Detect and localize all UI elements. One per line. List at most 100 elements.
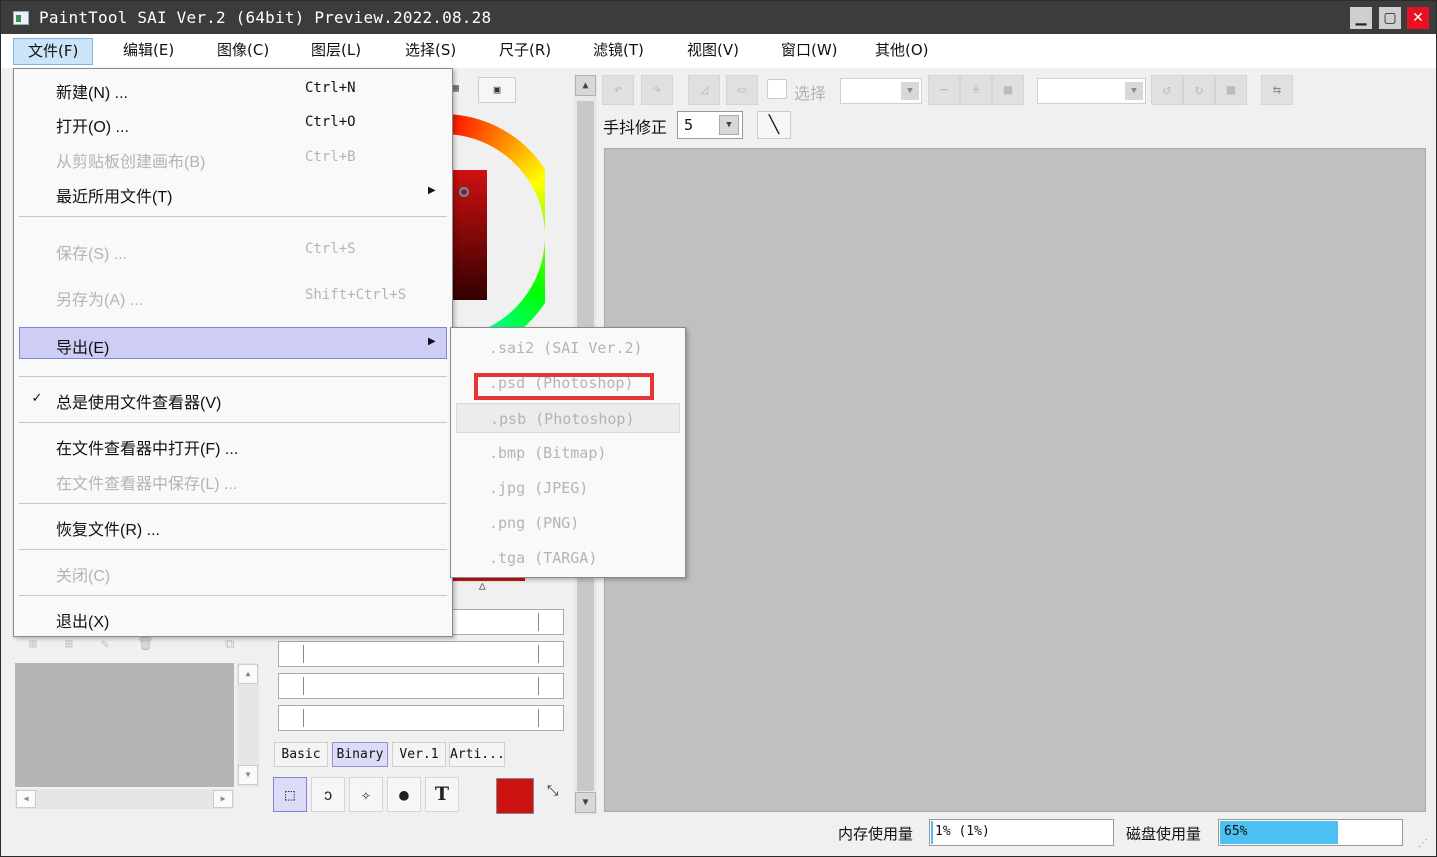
scroll-right-icon[interactable]: ▶	[213, 790, 233, 808]
zoom-reset-icon[interactable]: ■	[992, 75, 1024, 105]
chevron-down-icon: ▼	[719, 115, 739, 135]
menu-edit[interactable]: 编辑(E)	[109, 38, 188, 65]
menu-item-save-as[interactable]: 另存为(A) ... Shift+Ctrl+S	[19, 279, 447, 311]
app-icon	[13, 11, 29, 25]
brush-tab-basic[interactable]: Basic	[274, 742, 328, 767]
scroll-up-icon[interactable]: ▲	[238, 664, 258, 684]
export-submenu: .sai2 (SAI Ver.2) .psd (Photoshop) .psb …	[450, 327, 686, 578]
menu-item-save[interactable]: 保存(S) ... Ctrl+S	[19, 233, 447, 265]
select-checkbox[interactable]	[767, 79, 787, 99]
menu-item-recover[interactable]: 恢复文件(R) ...	[19, 509, 447, 541]
chevron-down-icon: ▼	[901, 82, 919, 100]
lasso-tool-icon[interactable]: ↄ	[311, 777, 345, 812]
undo-icon[interactable]: ↶	[602, 75, 634, 105]
brush-blend-slider[interactable]	[278, 705, 564, 731]
export-png[interactable]: .png (PNG)	[456, 508, 680, 538]
menu-separator	[19, 595, 447, 596]
menu-other[interactable]: 其他(O)	[861, 38, 943, 65]
menu-bar: 文件(F) 编辑(E) 图像(C) 图层(L) 选择(S) 尺子(R) 滤镜(T…	[1, 34, 1436, 68]
rotate-select[interactable]: ▼	[1037, 78, 1146, 104]
highlight-annotation-box	[474, 373, 654, 400]
menu-image[interactable]: 图像(C)	[203, 38, 283, 65]
palette-grid-icon[interactable]: ▦	[453, 83, 467, 97]
resize-grip-icon[interactable]: ⋰	[1418, 838, 1428, 849]
brush-density-slider[interactable]	[278, 673, 564, 699]
stabilizer-select[interactable]: 5 ▼	[677, 111, 743, 139]
title-bar: PaintTool SAI Ver.2 (64bit) Preview.2022…	[1, 1, 1436, 34]
export-tga[interactable]: .tga (TARGA)	[456, 543, 680, 573]
select-rect-tool-icon[interactable]: ⬚	[273, 777, 307, 812]
brush-tab-binary[interactable]: Binary	[332, 742, 388, 767]
scroll-left-icon[interactable]: ◀	[16, 790, 36, 808]
rotate-left-icon[interactable]: ↺	[1151, 75, 1183, 105]
menu-item-new[interactable]: 新建(N) ... Ctrl+N	[19, 72, 447, 104]
menu-separator	[19, 422, 447, 423]
status-bar: 内存使用量 1% (1%) 磁盘使用量 65% ⋰	[1, 816, 1436, 856]
layer-edit-icon[interactable]: ✎	[101, 637, 109, 652]
maximize-button[interactable]: ▢	[1379, 7, 1401, 29]
menu-item-always-viewer[interactable]: ✓ 总是使用文件查看器(V)	[19, 382, 447, 414]
menu-item-from-clipboard[interactable]: 从剪贴板创建画布(B) Ctrl+B	[19, 141, 447, 173]
color-picker-cursor[interactable]	[459, 187, 469, 197]
scroll-down-icon[interactable]: ▼	[238, 765, 258, 785]
export-bmp[interactable]: .bmp (Bitmap)	[456, 438, 680, 468]
swap-colors-icon[interactable]: ⤡	[547, 783, 558, 799]
menu-item-recent[interactable]: 最近所用文件(T) ▶	[19, 176, 447, 208]
straight-line-icon[interactable]: ╲	[757, 111, 791, 139]
panel-scroll-up-icon[interactable]: ▲	[575, 75, 596, 96]
redo-icon[interactable]: ↷	[641, 75, 673, 105]
triangle-marker-icon[interactable]: △	[479, 579, 486, 592]
stabilizer-label: 手抖修正	[603, 118, 668, 137]
submenu-arrow-icon: ▶	[428, 185, 436, 196]
layer-hscrollbar[interactable]: ◀ ▶	[15, 789, 234, 809]
zoom-in-icon[interactable]: +	[960, 75, 992, 105]
palette-view-button[interactable]: ▣	[478, 77, 516, 103]
brush-tab-arti[interactable]: Arti...	[449, 742, 505, 767]
menu-item-exit[interactable]: 退出(X)	[19, 601, 447, 633]
memory-usage-fill	[931, 821, 933, 844]
export-jpg[interactable]: .jpg (JPEG)	[456, 473, 680, 503]
menu-layer[interactable]: 图层(L)	[297, 38, 375, 65]
current-color-swatch[interactable]	[496, 778, 534, 814]
saturation-value-box[interactable]	[451, 170, 487, 300]
menu-window[interactable]: 窗口(W)	[767, 38, 852, 65]
menu-separator	[19, 503, 447, 504]
panel-scroll-down-icon[interactable]: ▼	[575, 792, 596, 813]
menu-filter[interactable]: 滤镜(T)	[579, 38, 658, 65]
flip-horizontal-icon[interactable]: ⇆	[1261, 75, 1293, 105]
canvas-area[interactable]	[604, 148, 1426, 812]
file-menu: 新建(N) ... Ctrl+N 打开(O) ... Ctrl+O 从剪贴板创建…	[13, 68, 453, 637]
menu-ruler[interactable]: 尺子(R)	[485, 38, 565, 65]
minimize-button[interactable]: ▁	[1350, 7, 1372, 29]
app-window: PaintTool SAI Ver.2 (64bit) Preview.2022…	[0, 0, 1437, 857]
shape-tool-icon[interactable]: ●	[387, 777, 421, 812]
close-button[interactable]: ✕	[1407, 7, 1429, 29]
layer-new-icon[interactable]: ⊞	[29, 637, 37, 652]
layer-scrollbar[interactable]: ▲ ▼	[237, 663, 259, 787]
menu-item-export[interactable]: 导出(E) ▶	[19, 327, 447, 359]
clear-icon[interactable]: ▭	[726, 75, 758, 105]
export-psb[interactable]: .psb (Photoshop)	[456, 403, 680, 433]
zoom-select[interactable]: ▼	[840, 78, 922, 104]
rotate-reset-icon[interactable]: ■	[1215, 75, 1247, 105]
menu-file[interactable]: 文件(F)	[13, 38, 94, 65]
menu-item-open-in-viewer[interactable]: 在文件查看器中打开(F) ...	[19, 428, 447, 460]
menu-item-open[interactable]: 打开(O) ... Ctrl+O	[19, 106, 447, 138]
zoom-out-icon[interactable]: −	[928, 75, 960, 105]
layer-trash-icon[interactable]: 🗑	[137, 637, 154, 652]
menu-select[interactable]: 选择(S)	[391, 38, 470, 65]
layer-add-icon[interactable]: ⊞	[65, 637, 73, 652]
menu-item-save-in-viewer[interactable]: 在文件查看器中保存(L) ...	[19, 463, 447, 495]
text-tool-icon[interactable]: T	[425, 777, 459, 812]
disk-usage-label: 磁盘使用量	[1126, 825, 1202, 843]
brush-min-size-slider[interactable]	[278, 641, 564, 667]
rotate-right-icon[interactable]: ↻	[1183, 75, 1215, 105]
deselect-icon[interactable]: ◿	[688, 75, 720, 105]
menu-item-close[interactable]: 关闭(C)	[19, 555, 447, 587]
brush-tab-ver1[interactable]: Ver.1	[392, 742, 446, 767]
layer-list[interactable]	[15, 663, 234, 787]
layer-merge-icon[interactable]: ⧉	[225, 637, 234, 652]
menu-view[interactable]: 视图(V)	[673, 38, 753, 65]
magic-wand-tool-icon[interactable]: ✧	[349, 777, 383, 812]
export-sai2[interactable]: .sai2 (SAI Ver.2)	[456, 333, 680, 363]
